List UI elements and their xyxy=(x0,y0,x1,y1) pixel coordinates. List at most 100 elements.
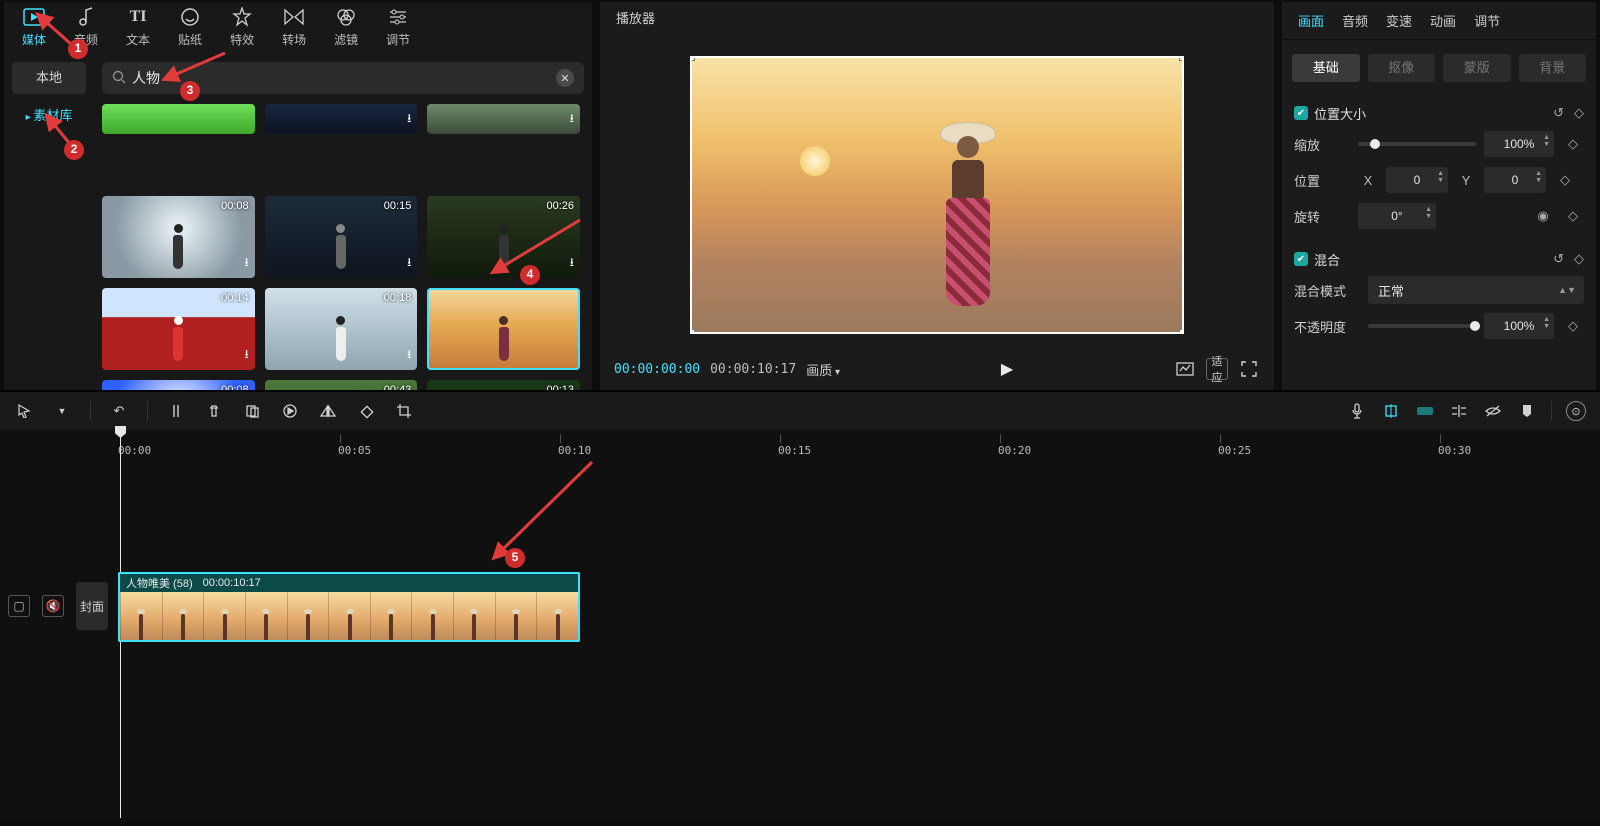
keyframe-icon[interactable]: ◇ xyxy=(1562,133,1584,155)
tab-adjust[interactable]: 调节 xyxy=(386,7,410,48)
fullscreen-icon[interactable] xyxy=(1238,358,1260,380)
label-opacity: 不透明度 xyxy=(1294,317,1360,336)
mic-icon[interactable] xyxy=(1347,401,1367,421)
filter-icon xyxy=(334,7,358,27)
align-icon[interactable] xyxy=(1449,401,1469,421)
media-thumb[interactable]: 00:14⭳ xyxy=(102,288,255,370)
subtab-background[interactable]: 背景 xyxy=(1519,54,1587,82)
media-thumb[interactable]: ⭳ xyxy=(265,104,418,134)
media-thumb[interactable]: 00:26⭳ xyxy=(427,196,580,278)
tab-sticker[interactable]: 贴纸 xyxy=(178,7,202,48)
marker-icon[interactable] xyxy=(1517,401,1537,421)
tab-filter[interactable]: 滤镜 xyxy=(334,7,358,48)
search-input[interactable] xyxy=(132,70,556,86)
resize-handle[interactable] xyxy=(1179,56,1184,61)
tab-media[interactable]: 媒体 xyxy=(22,7,46,48)
tab-effect[interactable]: 特效 xyxy=(230,7,254,48)
scale-slider[interactable] xyxy=(1358,142,1476,146)
download-icon[interactable]: ⭳ xyxy=(407,345,411,366)
download-icon[interactable]: ⭳ xyxy=(407,109,411,130)
delete-button[interactable] xyxy=(204,401,224,421)
compare-icon[interactable] xyxy=(1174,358,1196,380)
download-icon[interactable]: ⭳ xyxy=(570,253,574,274)
preview-off-icon[interactable] xyxy=(1483,401,1503,421)
blend-mode-select[interactable]: 正常 ▲▼ xyxy=(1368,276,1584,304)
reset-icon[interactable]: ↺ xyxy=(1553,105,1564,121)
chevron-down-icon[interactable]: ▼ xyxy=(52,401,72,421)
download-icon[interactable]: ⭳ xyxy=(407,253,411,274)
opacity-value[interactable]: 100%▲▼ xyxy=(1484,313,1554,339)
time-ruler[interactable]: 00:00 00:05 00:10 00:15 00:20 00:25 00:3… xyxy=(118,430,1600,452)
tab-transition[interactable]: 转场 xyxy=(282,7,306,48)
resize-handle[interactable] xyxy=(690,56,695,61)
position-x[interactable]: 0▲▼ xyxy=(1386,167,1448,193)
download-icon[interactable]: ⭳ xyxy=(244,345,248,366)
pointer-tool[interactable] xyxy=(14,401,34,421)
mirror-button[interactable] xyxy=(318,401,338,421)
media-thumb-selected[interactable] xyxy=(427,288,580,370)
media-thumb[interactable] xyxy=(102,104,255,134)
media-thumb[interactable]: 00:18⭳ xyxy=(265,288,418,370)
undo-button[interactable]: ↶ xyxy=(109,401,129,421)
zoom-fit-icon[interactable]: ⊙ xyxy=(1566,401,1586,421)
subtab-cutout[interactable]: 抠像 xyxy=(1368,54,1436,82)
download-icon[interactable]: ⭳ xyxy=(570,109,574,130)
subtab-basic[interactable]: 基础 xyxy=(1292,54,1360,82)
keyframe-icon[interactable]: ◇ xyxy=(1574,105,1584,121)
checkbox-icon[interactable]: ✔ xyxy=(1294,252,1308,266)
ruler-tick: 00:10 xyxy=(558,434,591,457)
resize-handle[interactable] xyxy=(1179,329,1184,334)
rotate-value[interactable]: 0°▲▼ xyxy=(1358,203,1436,229)
tab-audio[interactable]: 音频 xyxy=(1342,11,1368,30)
keyframe-icon[interactable]: ◇ xyxy=(1562,315,1584,337)
clear-search-button[interactable]: ✕ xyxy=(556,69,574,87)
sidebar-local[interactable]: 本地 xyxy=(12,62,86,94)
keyframe-icon[interactable]: ◇ xyxy=(1562,205,1584,227)
track-toggle-button[interactable]: ▢ xyxy=(8,595,30,617)
media-thumb[interactable]: ⭳ xyxy=(427,104,580,134)
timeline-clip[interactable]: 人物唯美 (58) 00:00:10:17 xyxy=(118,572,580,642)
magnet-main-icon[interactable] xyxy=(1381,401,1401,421)
media-thumb[interactable]: 00:08⭳ xyxy=(102,380,255,390)
subtab-mask[interactable]: 蒙版 xyxy=(1443,54,1511,82)
media-thumb[interactable]: 00:15⭳ xyxy=(265,196,418,278)
magnet-icon[interactable] xyxy=(1415,401,1435,421)
tab-picture[interactable]: 画面 xyxy=(1298,11,1324,30)
player-controls: 00:00:00:00 00:00:10:17 画质 ▶ 适应 xyxy=(600,348,1274,390)
tab-tune[interactable]: 调节 xyxy=(1474,11,1500,30)
scale-value[interactable]: 100%▲▼ xyxy=(1484,131,1554,157)
quality-button[interactable]: 画质 xyxy=(806,360,840,379)
keyframe-icon[interactable]: ◇ xyxy=(1574,251,1584,267)
fit-button[interactable]: 适应 xyxy=(1206,358,1228,380)
tab-audio[interactable]: 音频 xyxy=(74,7,98,48)
tab-text[interactable]: TI 文本 xyxy=(126,7,150,48)
video-canvas[interactable] xyxy=(690,56,1184,334)
checkbox-icon[interactable]: ✔ xyxy=(1294,106,1308,120)
resize-handle[interactable] xyxy=(690,329,695,334)
play-button[interactable]: ▶ xyxy=(850,359,1164,379)
download-icon[interactable]: ⭳ xyxy=(244,253,248,274)
tab-speed[interactable]: 变速 xyxy=(1386,11,1412,30)
section-title: 位置大小 xyxy=(1314,104,1366,123)
opacity-slider[interactable] xyxy=(1368,324,1476,328)
sidebar-library[interactable]: 素材库 xyxy=(12,100,86,132)
crop2-button[interactable] xyxy=(394,401,414,421)
mute-button[interactable]: 🔇 xyxy=(42,595,64,617)
rotate-dial-icon[interactable]: ◉ xyxy=(1532,205,1554,227)
reset-icon[interactable]: ↺ xyxy=(1553,251,1564,267)
media-thumb[interactable]: 00:43⭳ xyxy=(265,380,418,390)
reverse-button[interactable] xyxy=(280,401,300,421)
tab-animation[interactable]: 动画 xyxy=(1430,11,1456,30)
media-thumb[interactable]: 00:08⭳ xyxy=(102,196,255,278)
player-stage[interactable] xyxy=(606,42,1268,348)
sticker-icon xyxy=(178,7,202,27)
search-field[interactable]: ✕ xyxy=(102,62,584,94)
keyframe-icon[interactable]: ◇ xyxy=(1554,169,1576,191)
media-thumb[interactable]: 00:13⭳ xyxy=(427,380,580,390)
rotate-button[interactable] xyxy=(356,401,376,421)
split-button[interactable] xyxy=(166,401,186,421)
cover-button[interactable]: 封面 xyxy=(76,582,108,630)
tab-label: 转场 xyxy=(282,31,306,48)
position-y[interactable]: 0▲▼ xyxy=(1484,167,1546,193)
crop-button[interactable] xyxy=(242,401,262,421)
